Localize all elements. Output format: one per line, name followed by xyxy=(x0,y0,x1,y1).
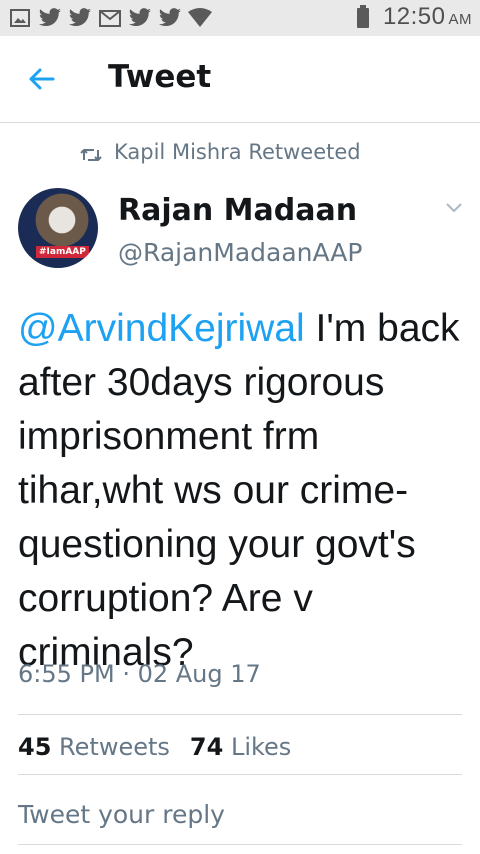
tweet-body: I'm back after 30days rigorous imprisonm… xyxy=(18,307,460,674)
retweet-context[interactable]: Kapil Mishra Retweeted xyxy=(80,140,361,164)
engagement-stats: 45 Retweets 74 Likes xyxy=(18,733,291,761)
reply-input[interactable]: Tweet your reply xyxy=(18,800,225,829)
chevron-down-icon[interactable] xyxy=(444,200,464,214)
twitter-icon xyxy=(68,7,92,29)
gallery-icon xyxy=(8,7,32,29)
tweet-timestamp: 6:55 PM · 02 Aug 17 xyxy=(18,660,261,688)
retweets-stat[interactable]: 45 Retweets xyxy=(18,733,170,761)
retweet-icon xyxy=(80,144,102,161)
divider xyxy=(18,714,462,715)
twitter-icon xyxy=(128,7,152,29)
mention-link[interactable]: @ArvindKejriwal xyxy=(18,307,305,350)
retweet-context-label: Kapil Mishra Retweeted xyxy=(114,140,361,164)
avatar-badge: #IamAAP xyxy=(36,246,89,258)
avatar[interactable]: #IamAAP xyxy=(18,188,98,268)
divider xyxy=(18,774,462,775)
clock-time: 12:50 xyxy=(382,3,446,30)
notification-icons xyxy=(8,6,212,30)
battery-icon xyxy=(351,5,375,28)
page-title: Tweet xyxy=(108,59,212,95)
retweets-label: Retweets xyxy=(59,733,170,761)
retweets-count: 45 xyxy=(18,733,52,761)
twitter-icon xyxy=(158,7,182,29)
gmail-icon xyxy=(98,7,122,29)
clock: 12:50 AM xyxy=(383,3,472,31)
divider xyxy=(18,844,462,845)
tweet-text: @ArvindKejriwal I'm back after 30days ri… xyxy=(18,302,468,680)
status-bar: 12:50 AM xyxy=(0,0,480,36)
app-bar: Tweet xyxy=(0,36,480,123)
wifi-icon xyxy=(188,7,212,29)
likes-stat[interactable]: 74 Likes xyxy=(190,733,291,761)
likes-label: Likes xyxy=(230,733,292,761)
likes-count: 74 xyxy=(189,733,224,761)
author-name[interactable]: Rajan Madaan xyxy=(118,193,357,228)
twitter-icon xyxy=(38,7,62,29)
clock-ampm: AM xyxy=(448,11,472,28)
author-handle[interactable]: @RajanMadaanAAP xyxy=(118,238,362,267)
back-arrow-icon[interactable] xyxy=(26,64,56,94)
